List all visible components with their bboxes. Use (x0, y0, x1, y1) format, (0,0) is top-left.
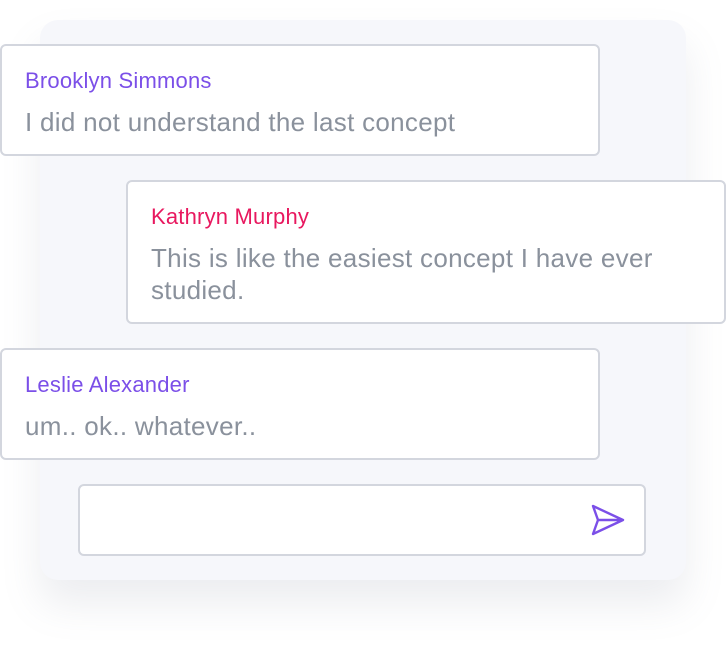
chat-message: Brooklyn Simmons I did not understand th… (0, 44, 600, 156)
message-text: um.. ok.. whatever.. (25, 411, 257, 441)
chat-message: Kathryn Murphy This is like the easiest … (126, 180, 726, 324)
chat-message: Leslie Alexander um.. ok.. whatever.. (0, 348, 600, 460)
message-composer (78, 484, 646, 556)
message-input[interactable] (100, 500, 574, 542)
message-text: I did not understand the last concept (25, 107, 456, 137)
send-button[interactable] (584, 498, 632, 542)
message-author: Brooklyn Simmons (25, 68, 212, 93)
chat-widget: Brooklyn Simmons I did not understand th… (0, 0, 726, 660)
message-author: Kathryn Murphy (151, 204, 310, 229)
message-text: This is like the easiest concept I have … (151, 243, 653, 305)
message-author: Leslie Alexander (25, 372, 190, 397)
send-icon (591, 504, 625, 536)
